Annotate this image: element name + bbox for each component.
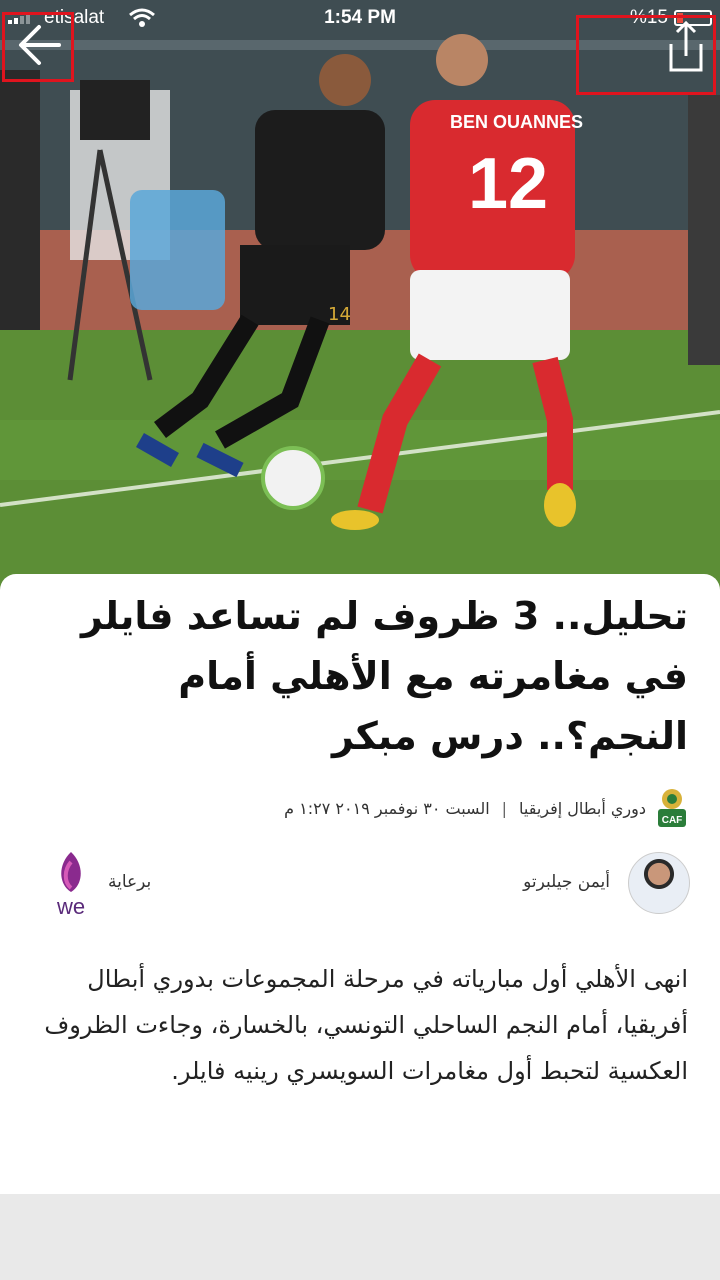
- article-meta: CAF دوري أبطال إفريقيا | السبت ٣٠ نوفمبر…: [284, 788, 690, 828]
- share-icon: [669, 20, 703, 72]
- article-title: تحليل.. 3 ظروف لم تساعد فايلر في مغامرته…: [80, 594, 688, 758]
- caf-logo: CAF: [658, 789, 686, 827]
- sponsor-label: برعاية: [108, 872, 152, 892]
- back-button[interactable]: [2, 12, 74, 82]
- player-shirt-name: BEN OUANNES: [450, 112, 583, 132]
- player-shirt-number: 12: [468, 144, 548, 224]
- author-row: أيمن جيلبرتو برعاية we: [0, 844, 720, 924]
- author-name[interactable]: أيمن جيلبرتو: [523, 872, 610, 892]
- article-body: انهى الأهلي أول مبارياته في مرحلة المجمو…: [44, 965, 688, 1085]
- share-button[interactable]: [576, 15, 716, 95]
- author-avatar[interactable]: [628, 852, 690, 914]
- svg-text:CAF: CAF: [662, 815, 683, 826]
- player2-shorts-number: 14: [328, 304, 351, 325]
- article-date: السبت ٣٠ نوفمبر ٢٠١٩ ١:٢٧ م: [284, 798, 490, 818]
- svg-text:we: we: [56, 894, 85, 918]
- meta-separator: |: [501, 798, 508, 818]
- arrow-left-icon: [19, 25, 61, 65]
- we-sponsor-logo: we: [56, 852, 85, 918]
- article-category[interactable]: دوري أبطال إفريقيا: [519, 799, 646, 818]
- article-card: تحليل.. 3 ظروف لم تساعد فايلر في مغامرته…: [0, 574, 720, 1194]
